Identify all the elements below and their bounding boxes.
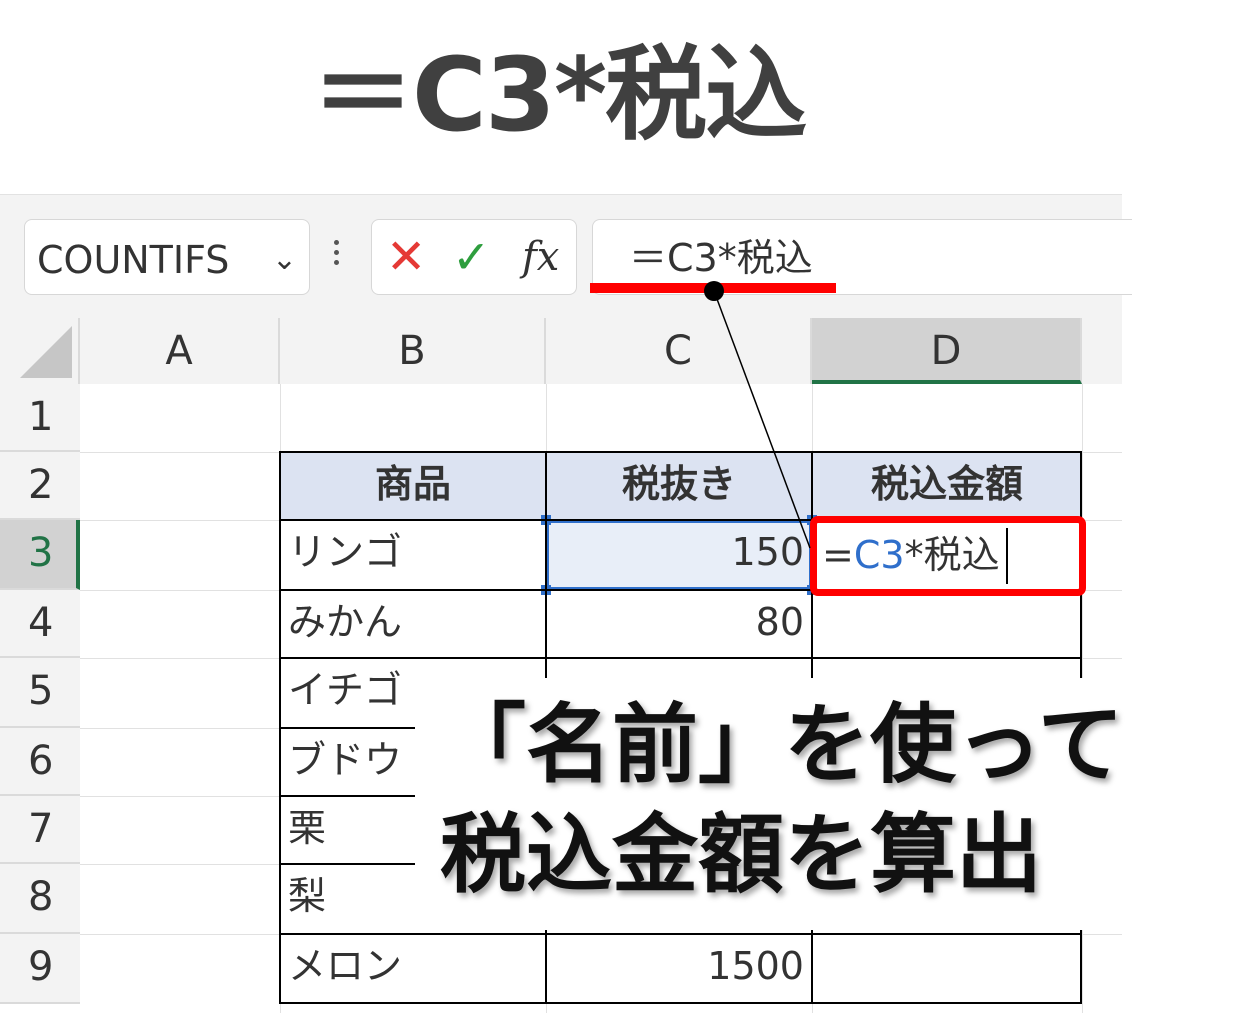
row-header-2[interactable]: 2	[0, 452, 80, 520]
highlight-box	[810, 516, 1086, 596]
column-header-c[interactable]: C	[546, 318, 812, 384]
product-cell[interactable]: メロン	[280, 934, 546, 1004]
formula-actions: ✕ ✓ fx	[371, 219, 577, 295]
table-border	[279, 451, 1082, 453]
more-options-icon[interactable]	[330, 236, 342, 276]
product-cell[interactable]: みかん	[280, 590, 546, 658]
row-header-4[interactable]: 4	[0, 590, 80, 658]
insert-function-icon[interactable]: fx	[522, 232, 559, 282]
price-cell[interactable]: 1500	[546, 934, 812, 1004]
formula-bar-value: ＝C3*税込	[629, 236, 813, 280]
column-header-e[interactable]	[1082, 318, 1122, 384]
row-header-7[interactable]: 7	[0, 796, 80, 864]
row-header-1[interactable]: 1	[0, 384, 80, 452]
product-cell[interactable]: リンゴ	[280, 520, 546, 590]
table-header-pretax[interactable]: 税抜き	[546, 452, 812, 520]
name-box-value: COUNTIFS	[37, 238, 230, 282]
callout-text: 「名前」を使って 税込金額を算出	[440, 690, 1200, 910]
column-header-a[interactable]: A	[80, 318, 280, 384]
name-box[interactable]: COUNTIFS ⌄	[24, 219, 310, 295]
enter-check-icon[interactable]: ✓	[452, 232, 491, 282]
table-border	[279, 933, 1082, 935]
headline-formula: ＝C3*税込	[312, 36, 807, 155]
table-border	[279, 1002, 1082, 1004]
column-header-b[interactable]: B	[280, 318, 546, 384]
chevron-down-icon[interactable]: ⌄	[272, 240, 297, 280]
table-border	[279, 451, 281, 1004]
callout-line-1: 「名前」を使って	[440, 695, 1124, 795]
row-header-3[interactable]: 3	[0, 520, 80, 590]
price-cell[interactable]: 150	[546, 520, 812, 590]
cancel-icon[interactable]: ✕	[386, 232, 426, 282]
table-border	[279, 657, 1082, 659]
spreadsheet-grid[interactable]: A B C D 1 2 3 4 5 6 7 8 9 商品 税抜き 税込金額 リン…	[0, 318, 1124, 1013]
column-header-d[interactable]: D	[812, 318, 1082, 384]
callout-line-2: 税込金額を算出	[440, 805, 1042, 905]
table-header-product[interactable]: 商品	[280, 452, 546, 520]
row-header-5[interactable]: 5	[0, 658, 80, 728]
select-all-button[interactable]	[0, 318, 80, 384]
connector-dot	[704, 281, 724, 301]
row-header-8[interactable]: 8	[0, 864, 80, 934]
table-header-taxincl[interactable]: 税込金額	[812, 452, 1082, 520]
price-cell[interactable]: 80	[546, 590, 812, 658]
row-header-9[interactable]: 9	[0, 934, 80, 1004]
row-header-6[interactable]: 6	[0, 728, 80, 796]
